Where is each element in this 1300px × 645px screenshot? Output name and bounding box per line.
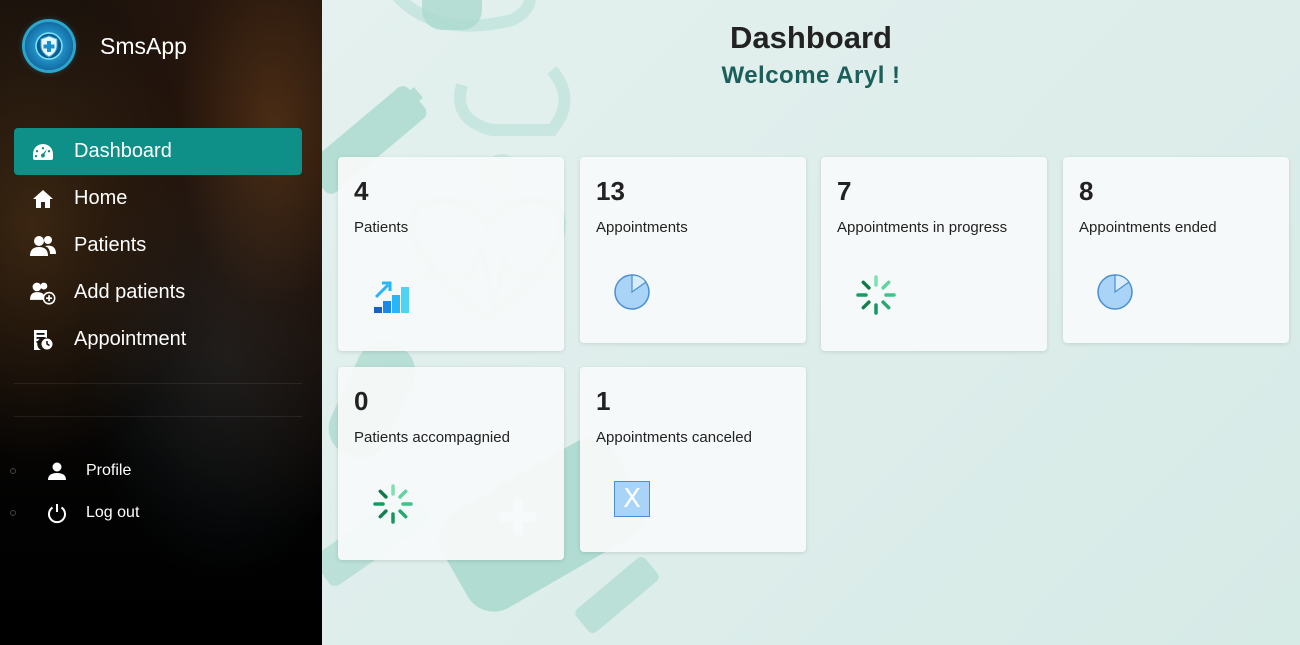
growth-chart-icon — [372, 277, 416, 322]
nav-item-patients[interactable]: Patients — [14, 222, 302, 269]
home-icon — [30, 187, 56, 211]
nav-label-patients: Patients — [74, 234, 147, 256]
speedometer-icon — [30, 140, 56, 164]
nav-label-home: Home — [74, 187, 128, 209]
spinner-icon — [372, 483, 414, 530]
add-user-icon — [30, 281, 56, 305]
nav-item-logout[interactable]: Log out — [10, 492, 310, 534]
cancel-box-icon: X — [614, 481, 650, 517]
stat-value: 1 — [596, 386, 611, 416]
main-content: Dashboard Welcome Aryl ! 4 Patients 13 A… — [322, 0, 1300, 645]
stat-label: Appointments canceled — [596, 429, 752, 446]
appointment-icon — [30, 328, 56, 352]
users-icon — [30, 234, 56, 258]
nav-item-profile[interactable]: Profile — [10, 450, 310, 492]
nav-item-appointment[interactable]: Appointment — [14, 316, 302, 363]
nav-label-logout: Log out — [86, 504, 140, 521]
stat-label: Appointments ended — [1079, 219, 1217, 236]
stat-card-appointments-canceled[interactable]: 1 Appointments canceled X — [580, 367, 806, 552]
nav-label-profile: Profile — [86, 462, 132, 479]
stat-label: Patients accompagnied — [354, 429, 510, 446]
stat-card-appointments-in-progress[interactable]: 7 Appointments in progress — [821, 157, 1047, 351]
stat-value: 0 — [354, 386, 369, 416]
spinner-icon — [855, 274, 897, 321]
nav-item-add-patients[interactable]: Add patients — [14, 269, 302, 316]
stat-card-appointments-ended[interactable]: 8 Appointments ended — [1063, 157, 1289, 343]
nav-item-home[interactable]: Home — [14, 175, 302, 222]
account-nav: Profile Log out — [10, 450, 310, 534]
stat-value: 13 — [596, 176, 625, 206]
welcome-message: Welcome Aryl ! — [721, 62, 901, 89]
stat-label: Patients — [354, 219, 409, 236]
stat-value: 4 — [354, 176, 369, 206]
sidebar: SmsApp Dashboard Home Patients Add patie… — [0, 0, 322, 645]
bullet-icon — [10, 468, 16, 474]
stat-value: 8 — [1079, 176, 1094, 206]
brand-name: SmsApp — [100, 32, 187, 59]
medical-shield-logo — [25, 22, 73, 70]
stat-value: 7 — [837, 176, 852, 206]
stat-label: Appointments — [596, 219, 688, 236]
stat-label: Appointments in progress — [837, 219, 1008, 236]
stat-card-patients-accompanied[interactable]: 0 Patients accompagnied — [338, 367, 564, 560]
pie-icon — [1095, 272, 1135, 317]
pie-icon — [612, 272, 652, 317]
stat-card-patients[interactable]: 4 Patients — [338, 157, 564, 351]
nav-label-dashboard: Dashboard — [74, 140, 172, 162]
stat-card-appointments[interactable]: 13 Appointments — [580, 157, 806, 343]
nav-label-add-patients: Add patients — [74, 281, 186, 303]
main-nav: Dashboard Home Patients Add patients App… — [14, 128, 302, 363]
page-title: Dashboard — [730, 20, 892, 55]
power-icon — [46, 502, 68, 524]
nav-label-appointment: Appointment — [74, 328, 187, 350]
sidebar-divider — [14, 416, 302, 417]
sidebar-divider — [14, 383, 302, 384]
nav-item-dashboard[interactable]: Dashboard — [14, 128, 302, 175]
bullet-icon — [10, 510, 16, 516]
person-icon — [46, 460, 68, 482]
brand[interactable]: SmsApp — [25, 22, 187, 70]
